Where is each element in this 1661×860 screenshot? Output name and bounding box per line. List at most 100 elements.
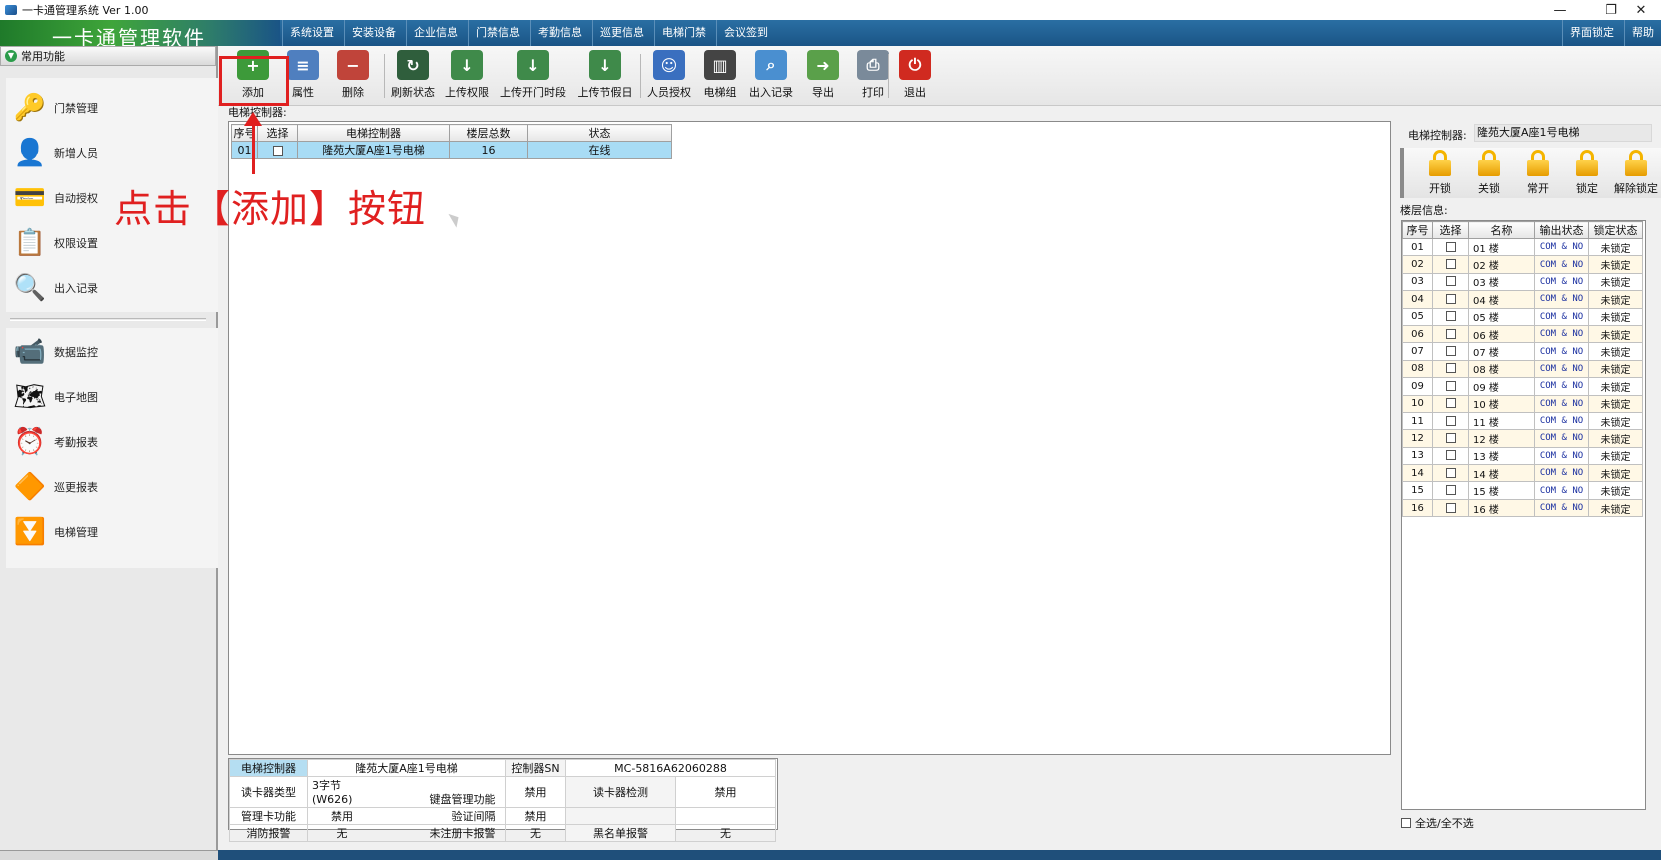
- floor-cell-select[interactable]: [1432, 272, 1469, 292]
- lock-button[interactable]: 关锁: [1465, 150, 1513, 196]
- floor-row[interactable]: 04 04 楼 COM & NO 未锁定: [1402, 290, 1643, 309]
- select-all-checkbox[interactable]: [1401, 818, 1411, 828]
- upload-holiday-button[interactable]: ↓ 上传节假日: [574, 50, 636, 102]
- floor-col-lock[interactable]: 锁定状态: [1588, 221, 1643, 239]
- select-all-toggle[interactable]: 全选/全不选: [1401, 815, 1474, 831]
- floor-row[interactable]: 06 06 楼 COM & NO 未锁定: [1402, 324, 1643, 344]
- upload-permission-button[interactable]: ↓ 上传权限: [442, 50, 492, 102]
- menu-access-info[interactable]: 门禁信息: [468, 20, 527, 46]
- floor-checkbox[interactable]: [1445, 380, 1456, 391]
- floor-cell-select[interactable]: [1432, 446, 1469, 466]
- floor-checkbox[interactable]: [1445, 432, 1456, 443]
- floor-cell-select[interactable]: [1432, 237, 1469, 257]
- floor-cell-select[interactable]: [1432, 377, 1469, 396]
- sidebar-item-patrol-report[interactable]: 🔶 巡更报表: [10, 467, 98, 507]
- always-open-button[interactable]: 常开: [1514, 150, 1562, 196]
- floor-row[interactable]: 16 16 楼 COM & NO 未锁定: [1402, 498, 1643, 518]
- floor-checkbox[interactable]: [1445, 259, 1456, 270]
- sidebar-item-elevator[interactable]: ⏬ 电梯管理: [10, 512, 98, 552]
- sidebar-item-data-monitor[interactable]: 📹 数据监控: [10, 332, 98, 372]
- lockdown-button[interactable]: 锁定: [1563, 150, 1611, 196]
- sidebar-item-records[interactable]: 🔍 出入记录: [10, 268, 98, 308]
- floor-row[interactable]: 02 02 楼 COM & NO 未锁定: [1402, 255, 1643, 274]
- floor-row[interactable]: 12 12 楼 COM & NO 未锁定: [1402, 429, 1643, 448]
- menu-interface-lock[interactable]: 界面锁定: [1562, 20, 1621, 46]
- floor-checkbox[interactable]: [1445, 328, 1456, 339]
- floor-row[interactable]: 01 01 楼 COM & NO 未锁定: [1402, 237, 1643, 257]
- sidebar-item-attendance-report[interactable]: ⏰ 考勤报表: [10, 422, 98, 462]
- floor-cell-select[interactable]: [1432, 481, 1469, 500]
- floor-checkbox[interactable]: [1445, 346, 1456, 357]
- unlock-button[interactable]: 开锁: [1416, 150, 1464, 196]
- minimize-button[interactable]: —: [1540, 0, 1580, 20]
- floor-checkbox[interactable]: [1445, 467, 1456, 478]
- records-button[interactable]: ⌕ 出入记录: [746, 50, 796, 102]
- menu-meeting-checkin[interactable]: 会议签到: [716, 20, 775, 46]
- floor-checkbox[interactable]: [1445, 293, 1456, 304]
- floor-row[interactable]: 08 08 楼 COM & NO 未锁定: [1402, 359, 1643, 379]
- sidebar-item-add-person[interactable]: 👤 新增人员: [10, 133, 98, 173]
- person-auth-button[interactable]: ☺ 人员授权: [644, 50, 694, 102]
- menu-patrol-info[interactable]: 巡更信息: [592, 20, 651, 46]
- floor-cell-select[interactable]: [1432, 307, 1469, 326]
- menu-install-device[interactable]: 安装设备: [344, 20, 403, 46]
- sidebar-item-permission[interactable]: 📋 权限设置: [10, 223, 98, 263]
- col-header-floor-count[interactable]: 楼层总数: [449, 124, 528, 142]
- floor-cell-select[interactable]: [1432, 359, 1469, 379]
- elevator-group-button[interactable]: ▥ 电梯组: [696, 50, 744, 102]
- floor-checkbox[interactable]: [1445, 502, 1456, 513]
- floor-row[interactable]: 03 03 楼 COM & NO 未锁定: [1402, 272, 1643, 292]
- floor-row[interactable]: 05 05 楼 COM & NO 未锁定: [1402, 307, 1643, 326]
- floor-cell-select[interactable]: [1432, 464, 1469, 483]
- floor-col-name[interactable]: 名称: [1468, 221, 1535, 239]
- floor-row[interactable]: 10 10 楼 COM & NO 未锁定: [1402, 394, 1643, 413]
- floor-checkbox[interactable]: [1445, 415, 1456, 426]
- floor-col-no[interactable]: 序号: [1402, 221, 1433, 239]
- floor-row[interactable]: 13 13 楼 COM & NO 未锁定: [1402, 446, 1643, 466]
- floor-cell-select[interactable]: [1432, 342, 1469, 361]
- floor-col-select[interactable]: 选择: [1432, 221, 1469, 239]
- menu-attendance-info[interactable]: 考勤信息: [530, 20, 589, 46]
- upload-timeslot-button[interactable]: ↓ 上传开门时段: [496, 50, 570, 102]
- floor-cell-select[interactable]: [1432, 498, 1469, 518]
- floor-checkbox[interactable]: [1445, 485, 1456, 496]
- menu-help[interactable]: 帮助: [1624, 20, 1661, 46]
- floor-checkbox[interactable]: [1445, 450, 1456, 461]
- print-button[interactable]: ⎙ 打印: [850, 50, 896, 102]
- floor-checkbox[interactable]: [1445, 363, 1456, 374]
- floor-cell-select[interactable]: [1432, 394, 1469, 413]
- floor-checkbox[interactable]: [1445, 311, 1456, 322]
- floor-checkbox[interactable]: [1445, 241, 1456, 252]
- floor-cell-select[interactable]: [1432, 411, 1469, 431]
- exit-button[interactable]: ⏻ 退出: [892, 50, 938, 102]
- floor-cell-select[interactable]: [1432, 255, 1469, 274]
- sidebar-bottom-tabs[interactable]: [0, 850, 218, 860]
- delete-button[interactable]: − 删除: [328, 50, 378, 102]
- floor-row[interactable]: 09 09 楼 COM & NO 未锁定: [1402, 377, 1643, 396]
- sidebar-item-door-access[interactable]: 🔑 门禁管理: [10, 88, 98, 128]
- menu-company-info[interactable]: 企业信息: [406, 20, 465, 46]
- floor-checkbox[interactable]: [1445, 398, 1456, 409]
- floor-checkbox[interactable]: [1445, 276, 1456, 287]
- floor-row[interactable]: 07 07 楼 COM & NO 未锁定: [1402, 342, 1643, 361]
- floor-row[interactable]: 14 14 楼 COM & NO 未锁定: [1402, 464, 1643, 483]
- cell-select[interactable]: [257, 141, 298, 159]
- floor-cell-select[interactable]: [1432, 324, 1469, 344]
- export-button[interactable]: ➜ 导出: [800, 50, 846, 102]
- col-header-controller[interactable]: 电梯控制器: [297, 124, 450, 142]
- row-checkbox[interactable]: [272, 145, 283, 156]
- floor-col-output[interactable]: 输出状态: [1534, 221, 1589, 239]
- collapse-icon[interactable]: ▼: [5, 50, 17, 62]
- close-button[interactable]: ✕: [1621, 0, 1661, 20]
- sidebar-header[interactable]: ▼ 常用功能: [0, 46, 216, 66]
- sidebar-item-auto-auth[interactable]: 💳 自动授权: [10, 178, 98, 218]
- floor-cell-select[interactable]: [1432, 429, 1469, 448]
- floor-row[interactable]: 15 15 楼 COM & NO 未锁定: [1402, 481, 1643, 500]
- col-header-select[interactable]: 选择: [257, 124, 298, 142]
- menu-elevator-access[interactable]: 电梯门禁: [654, 20, 713, 46]
- sidebar-item-e-map[interactable]: 🗺 电子地图: [10, 377, 98, 417]
- col-header-status[interactable]: 状态: [527, 124, 672, 142]
- refresh-status-button[interactable]: ↻ 刷新状态: [388, 50, 438, 102]
- release-lock-button[interactable]: 解除锁定: [1612, 150, 1660, 196]
- menu-system-settings[interactable]: 系统设置: [282, 20, 341, 46]
